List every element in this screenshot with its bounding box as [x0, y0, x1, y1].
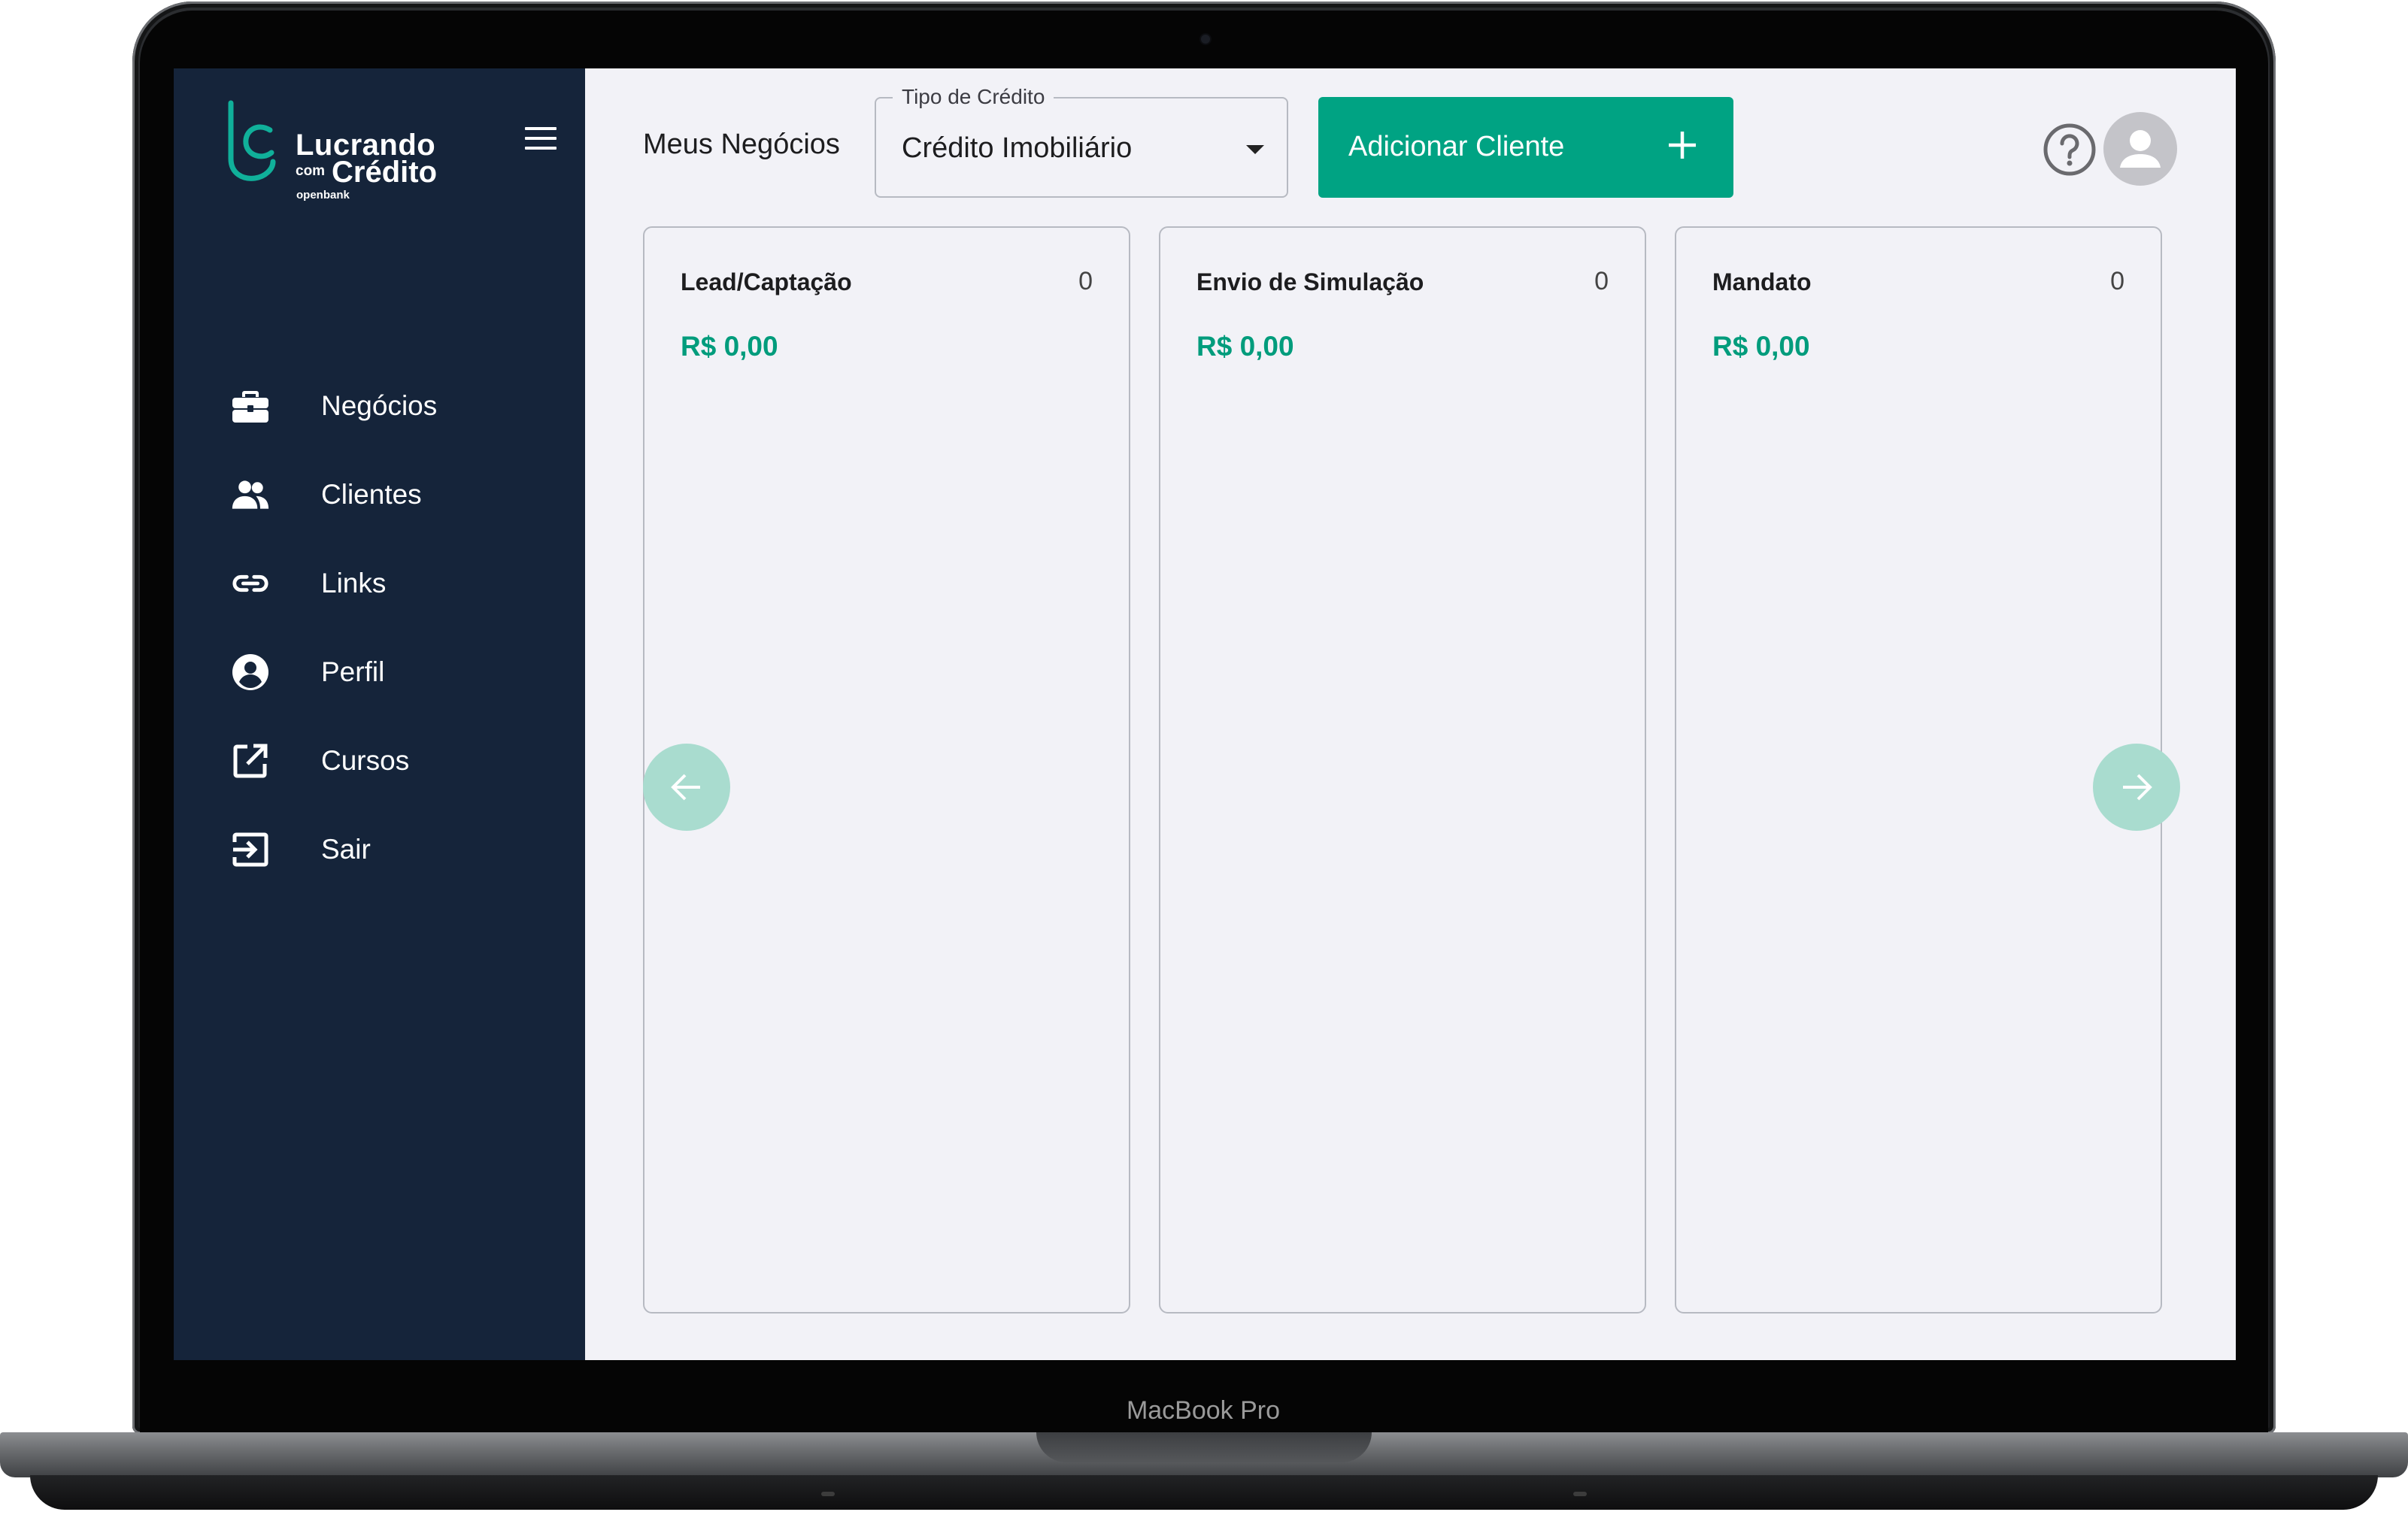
credit-type-value: Crédito Imobiliário — [902, 132, 1133, 164]
arrow-left-icon — [671, 774, 700, 801]
column-title: Lead/Captação — [681, 268, 852, 295]
sidebar-item-sair[interactable]: Sair — [174, 805, 585, 894]
plus-icon — [1669, 132, 1696, 159]
user-icon — [2120, 130, 2161, 168]
laptop-foot — [1573, 1492, 1587, 1496]
add-client-label: Adicionar Cliente — [1348, 131, 1565, 162]
column-total: R$ 0,00 — [681, 331, 778, 362]
sidebar-item-clientes[interactable]: Clientes — [174, 450, 585, 539]
brand-logo[interactable]: Lucrando com Crédito openbank — [226, 100, 467, 201]
briefcase-icon — [231, 386, 270, 426]
sidebar-item-label: Clientes — [321, 479, 422, 510]
credit-type-select[interactable]: Tipo de Crédito Crédito Imobiliário — [875, 85, 1288, 198]
external-link-icon — [231, 741, 270, 780]
page-title: Meus Negócios — [643, 129, 840, 160]
avatar[interactable] — [2103, 112, 2177, 186]
logout-icon — [231, 830, 270, 869]
sidebar-item-label: Cursos — [321, 745, 410, 776]
caret-down-icon — [1246, 145, 1264, 154]
brand-subtitle: openbank — [296, 189, 350, 201]
people-icon — [231, 475, 270, 514]
camera — [1201, 35, 1210, 44]
brand-line2: Crédito — [332, 156, 437, 189]
add-client-button[interactable]: Adicionar Cliente — [1318, 97, 1733, 198]
brand-mark-icon — [228, 100, 276, 181]
arrow-right-icon — [2123, 774, 2152, 801]
column-total: R$ 0,00 — [1712, 331, 1810, 362]
column-title: Envio de Simulação — [1196, 268, 1424, 295]
credit-type-label: Tipo de Crédito — [893, 85, 1054, 109]
sidebar-nav: Negócios Clientes Links Perfil Cursos Sa… — [174, 362, 585, 894]
kanban-column-mandato: Mandato 0 R$ 0,00 — [1675, 226, 2162, 1314]
sidebar-item-label: Sair — [321, 834, 371, 865]
column-title: Mandato — [1712, 268, 1812, 295]
menu-toggle-icon[interactable] — [525, 127, 557, 153]
sidebar-item-label: Perfil — [321, 656, 385, 687]
account-circle-icon — [231, 653, 270, 692]
link-icon — [231, 564, 270, 603]
sidebar-item-perfil[interactable]: Perfil — [174, 628, 585, 717]
column-count: 0 — [1078, 267, 1093, 295]
brand-connector: com — [296, 163, 326, 179]
scroll-right-button[interactable] — [2093, 744, 2180, 831]
device-label: MacBook Pro — [1126, 1396, 1281, 1425]
sidebar-item-negocios[interactable]: Negócios — [174, 362, 585, 450]
laptop-foot — [821, 1492, 835, 1496]
laptop-base-bottom — [30, 1475, 2378, 1510]
scroll-left-button[interactable] — [643, 744, 730, 831]
sidebar-item-label: Negócios — [321, 390, 438, 421]
laptop-base-notch — [1036, 1432, 1372, 1462]
sidebar-item-cursos[interactable]: Cursos — [174, 717, 585, 805]
column-count: 0 — [1594, 267, 1609, 295]
app-screen: Lucrando com Crédito openbank Negócios C… — [174, 68, 2236, 1360]
sidebar-item-links[interactable]: Links — [174, 539, 585, 628]
kanban-column-envio-simulacao: Envio de Simulação 0 R$ 0,00 — [1159, 226, 1646, 1314]
column-count: 0 — [2110, 267, 2124, 295]
sidebar: Lucrando com Crédito openbank Negócios C… — [174, 68, 585, 1360]
column-total: R$ 0,00 — [1196, 331, 1294, 362]
sidebar-item-label: Links — [321, 568, 387, 598]
help-icon[interactable] — [2043, 123, 2097, 177]
